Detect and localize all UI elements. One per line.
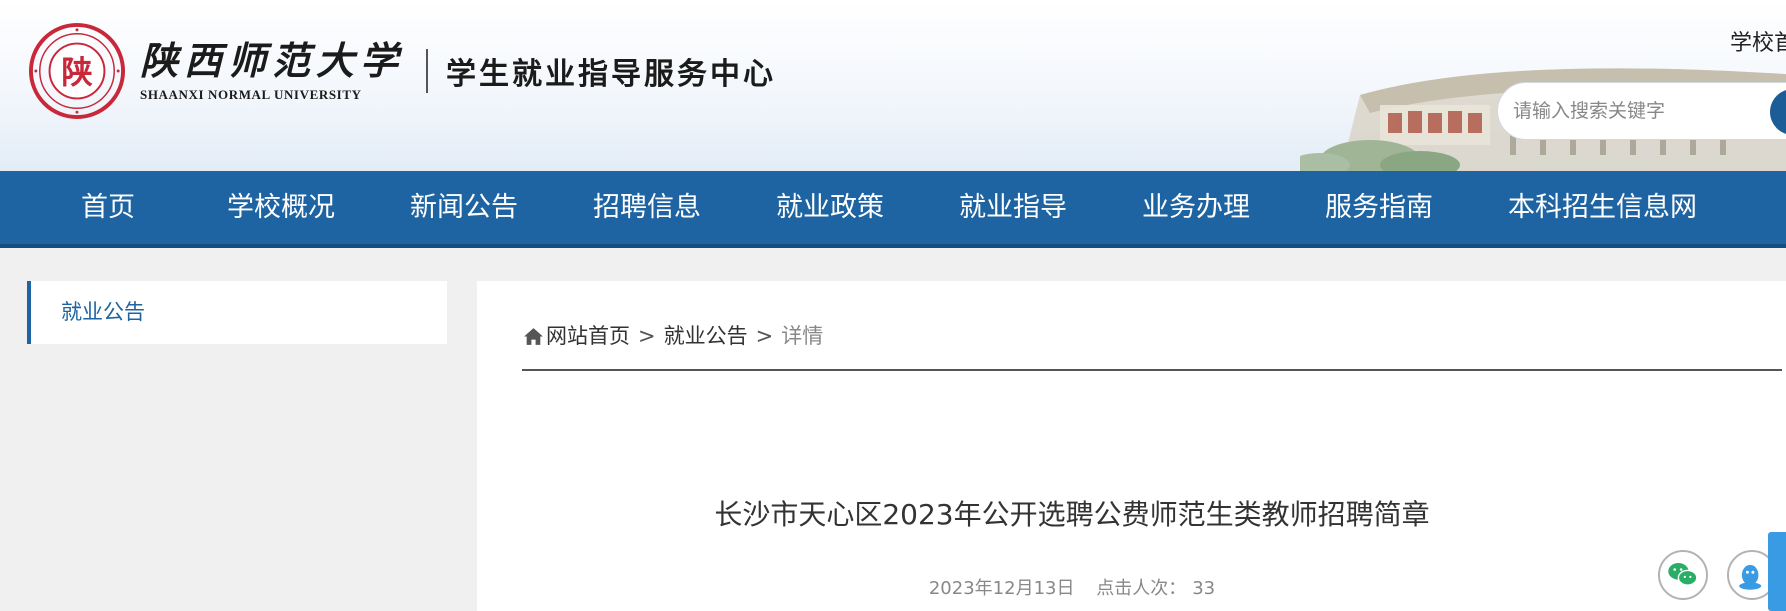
university-name-en: SHAANXI NORMAL UNIVERSITY bbox=[140, 87, 362, 102]
wechat-icon bbox=[1668, 563, 1698, 586]
breadcrumb-home[interactable]: 网站首页 bbox=[546, 320, 630, 352]
site-header: 陕 陕西师范大学 SHAANXI NORMAL UNIVERSITY 学生就业指… bbox=[0, 0, 1786, 171]
breadcrumb-current: 详情 bbox=[781, 324, 824, 348]
nav-item-home[interactable]: 首页 bbox=[81, 171, 135, 244]
nav-item-service-guide[interactable]: 服务指南 bbox=[1325, 171, 1433, 244]
sidebar-item-employment-notice[interactable]: 就业公告 bbox=[27, 281, 447, 344]
nav-item-policy[interactable]: 就业政策 bbox=[776, 171, 884, 244]
floating-side-tab[interactable] bbox=[1768, 532, 1786, 611]
university-name-cn: 陕西师范大学 bbox=[140, 38, 405, 83]
breadcrumb-separator: > bbox=[755, 324, 774, 348]
school-homepage-link[interactable]: 学校首页 bbox=[1730, 25, 1786, 57]
nav-item-recruitment[interactable]: 招聘信息 bbox=[593, 171, 701, 244]
nav-item-news[interactable]: 新闻公告 bbox=[410, 171, 518, 244]
svg-text:陕: 陕 bbox=[61, 55, 93, 91]
breadcrumb: 网站首页 > 就业公告 > 详情 bbox=[523, 320, 823, 352]
main-nav: 首页 学校概况 新闻公告 招聘信息 就业政策 就业指导 业务办理 服务指南 本科… bbox=[0, 171, 1786, 248]
center-name: 学生就业指导服务中心 bbox=[446, 57, 777, 92]
nav-item-guidance[interactable]: 就业指导 bbox=[959, 171, 1067, 244]
university-seal-icon: 陕 bbox=[28, 22, 126, 120]
breadcrumb-separator: > bbox=[638, 324, 656, 348]
article-views: 点击人次： 33 bbox=[1096, 578, 1215, 599]
search-bar bbox=[1497, 82, 1786, 140]
wechat-share-button[interactable] bbox=[1658, 550, 1708, 600]
nav-item-services[interactable]: 业务办理 bbox=[1142, 171, 1250, 244]
nav-item-admissions[interactable]: 本科招生信息网 bbox=[1508, 171, 1697, 244]
breadcrumb-section[interactable]: 就业公告 bbox=[664, 320, 748, 352]
nav-item-school-overview[interactable]: 学校概况 bbox=[227, 171, 335, 244]
article-title: 长沙市天心区2023年公开选聘公费师范生类教师招聘简章 bbox=[714, 498, 1430, 531]
site-logo[interactable]: 陕 陕西师范大学 SHAANXI NORMAL UNIVERSITY 学生就业指… bbox=[28, 22, 776, 120]
views-count: 33 bbox=[1192, 578, 1216, 599]
search-input[interactable] bbox=[1513, 100, 1743, 122]
article-panel: 网站首页 > 就业公告 > 详情 长沙市天心区2023年公开选聘公费师范生类教师… bbox=[477, 281, 1786, 611]
article-date: 2023年12月13日 bbox=[928, 578, 1075, 599]
breadcrumb-divider bbox=[522, 369, 1782, 371]
search-button[interactable] bbox=[1770, 89, 1786, 135]
views-label: 点击人次： bbox=[1096, 578, 1187, 599]
logo-divider bbox=[426, 49, 429, 93]
article-meta: 2023年12月13日 点击人次： 33 bbox=[477, 574, 1667, 600]
home-icon bbox=[524, 327, 543, 345]
